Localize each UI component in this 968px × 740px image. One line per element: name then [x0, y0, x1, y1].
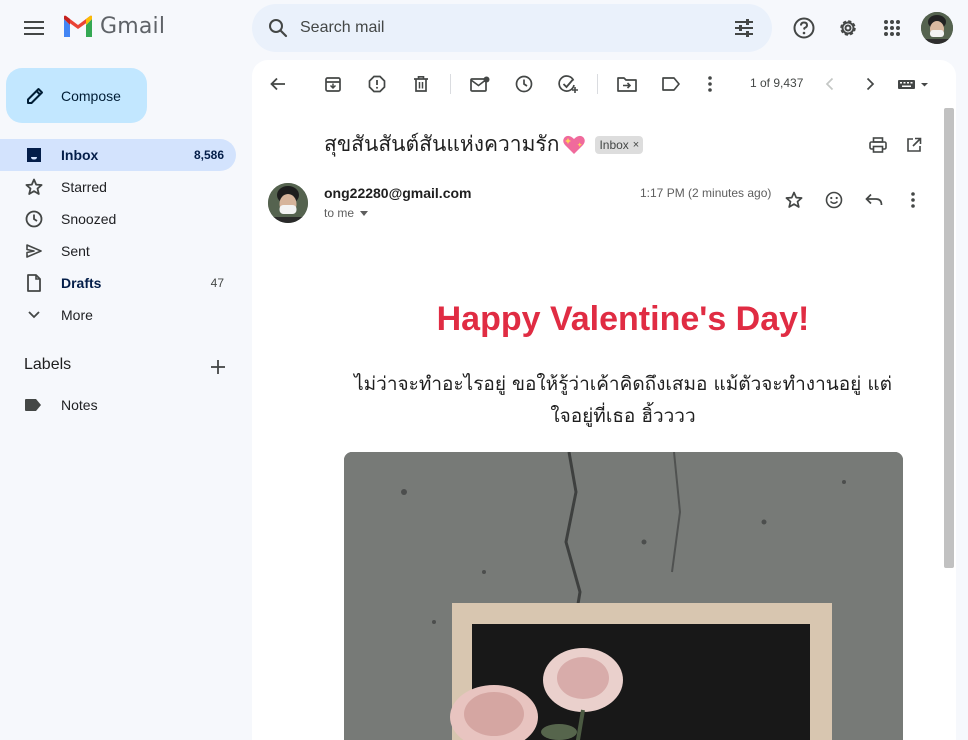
account-avatar[interactable] [921, 12, 953, 44]
mark-unread-icon[interactable] [463, 68, 497, 100]
chevron-down-icon [24, 305, 44, 325]
labels-heading: Labels [24, 356, 72, 373]
chip-label: Inbox [599, 137, 629, 152]
more-options-icon[interactable] [693, 68, 727, 100]
app-name: Gmail [100, 14, 166, 39]
sender-avatar[interactable] [268, 183, 308, 223]
add-to-tasks-icon[interactable] [551, 68, 585, 100]
sidebar-item-drafts[interactable]: Drafts 47 [0, 267, 236, 299]
label-name: Notes [61, 397, 98, 413]
email-subject-line: สุขสันสันต์สันแห่งความรัก Inbox × [324, 128, 644, 161]
input-tools-keyboard-icon[interactable] [894, 68, 934, 100]
sidebar-item-sent[interactable]: Sent [0, 235, 236, 267]
sidebar-item-label: More [61, 307, 93, 323]
email-embedded-photo [344, 452, 903, 740]
archive-icon[interactable] [316, 68, 350, 100]
message-toolbar: 1 of 9,437 [252, 60, 956, 108]
drafts-count: 47 [210, 276, 224, 290]
email-body-heading: Happy Valentine's Day! [436, 300, 810, 338]
message-pane: 1 of 9,437 สุขสันสันต์สันแห่งความรัก Inb… [252, 60, 956, 740]
add-reaction-emoji-icon[interactable] [814, 180, 854, 220]
sidebar-item-inbox[interactable]: Inbox 8,586 [0, 139, 236, 171]
recipient-details[interactable]: to me [324, 206, 369, 220]
message-more-options-icon[interactable] [893, 180, 933, 220]
snooze-clock-icon[interactable] [507, 68, 541, 100]
delete-trash-icon[interactable] [404, 68, 438, 100]
sidebar: Compose Inbox 8,586 Starred Snoozed Sent… [0, 56, 252, 740]
sidebar-nav: Inbox 8,586 Starred Snoozed Sent Drafts … [0, 139, 252, 331]
sidebar-item-snoozed[interactable]: Snoozed [0, 203, 236, 235]
older-chevron-right-icon[interactable] [853, 68, 887, 100]
open-in-new-window-icon[interactable] [899, 130, 929, 160]
scrollbar[interactable] [944, 108, 954, 568]
sidebar-item-label: Sent [61, 243, 90, 259]
star-icon [24, 177, 44, 197]
apps-grid-icon[interactable] [872, 8, 912, 48]
sidebar-item-starred[interactable]: Starred [0, 171, 236, 203]
gmail-logo[interactable]: Gmail [62, 14, 165, 39]
back-arrow-icon[interactable] [261, 68, 295, 100]
sparkling-heart-icon [561, 133, 587, 157]
move-to-folder-icon[interactable] [610, 68, 644, 100]
compose-label: Compose [61, 87, 121, 104]
reply-arrow-icon[interactable] [854, 180, 894, 220]
draft-icon [24, 273, 44, 293]
compose-button[interactable]: Compose [6, 68, 147, 123]
pagination-count: 1 of 9,437 [750, 76, 804, 90]
clock-icon [24, 209, 44, 229]
email-body-text: ไม่ว่าจะทำอะไรอยู่ ขอให้รู้ว่าเค้าคิดถึง… [354, 373, 892, 427]
newer-chevron-left-icon[interactable] [813, 68, 847, 100]
toolbar-divider [597, 74, 598, 94]
inbox-icon [24, 145, 44, 165]
sidebar-item-more[interactable]: More [0, 299, 236, 331]
pencil-icon [23, 84, 47, 108]
search-input[interactable]: Search mail [300, 19, 720, 37]
sidebar-item-label: Drafts [61, 275, 102, 291]
gmail-m-icon [62, 15, 94, 39]
sidebar-item-label: Snoozed [61, 211, 117, 227]
unread-count: 8,586 [193, 148, 224, 162]
sender-email[interactable]: ong22280@gmail.com [324, 185, 471, 201]
star-icon[interactable] [774, 180, 814, 220]
print-icon[interactable] [863, 130, 893, 160]
search-bar[interactable]: Search mail [252, 4, 772, 52]
email-subject: สุขสันสันต์สันแห่งความรัก [324, 132, 560, 156]
sidebar-item-label: Starred [61, 179, 107, 195]
top-bar: Gmail Search mail [0, 0, 968, 56]
report-spam-icon[interactable] [360, 68, 394, 100]
main-menu-icon[interactable] [14, 8, 54, 48]
remove-label-close-icon[interactable]: × [633, 139, 639, 151]
label-item-notes[interactable]: Notes [24, 393, 98, 417]
send-icon [24, 241, 44, 261]
inbox-label-chip[interactable]: Inbox × [595, 135, 644, 154]
add-label-icon[interactable] [204, 355, 232, 379]
label-as-icon[interactable] [654, 68, 688, 100]
search-icon[interactable] [256, 4, 300, 52]
search-options-icon[interactable] [720, 4, 768, 52]
help-icon[interactable] [784, 8, 824, 48]
message-timestamp: 1:17 PM (2 minutes ago) [640, 186, 772, 200]
toolbar-divider [450, 74, 451, 94]
caret-down-icon [360, 210, 369, 216]
sidebar-item-label: Inbox [61, 147, 99, 163]
recipient-label: to me [324, 206, 355, 220]
settings-gear-icon[interactable] [828, 8, 868, 48]
label-icon [24, 398, 42, 412]
